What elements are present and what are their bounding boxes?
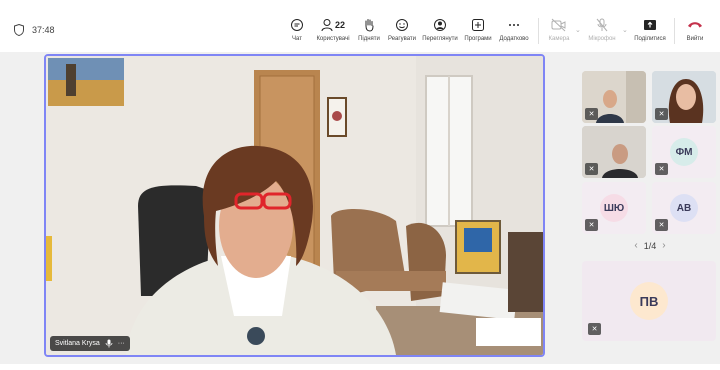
meeting-toolbar: 37:48 Чат 22 Користувачі Підняти Реагува…: [0, 10, 720, 52]
view-button[interactable]: Переглянути: [420, 16, 460, 42]
mic-muted-icon: ✕: [655, 219, 668, 231]
participant-count: 22: [334, 20, 345, 30]
more-icon: [507, 16, 521, 34]
mic-muted-icon: ✕: [588, 323, 601, 335]
apps-icon: [471, 16, 485, 34]
avatar: ПВ: [630, 282, 668, 320]
share-icon: [643, 16, 657, 34]
participant-avatar-tile[interactable]: ФМ ✕: [652, 126, 716, 178]
share-button[interactable]: Поділитися: [630, 16, 670, 42]
view-icon: [433, 16, 447, 34]
share-label: Поділитися: [634, 36, 666, 42]
avatar: АВ: [670, 194, 698, 222]
main-speaker-video[interactable]: Svitlana Krysa ···: [44, 54, 545, 357]
mic-off-icon: [596, 16, 608, 34]
previous-page-chevron-icon[interactable]: ‹: [634, 240, 637, 251]
avatar: ШЮ: [600, 194, 628, 222]
people-button[interactable]: 22 Користувачі: [313, 16, 353, 42]
more-label: Додатково: [499, 36, 529, 42]
chat-label: Чат: [292, 36, 302, 42]
more-button[interactable]: Додатково: [494, 16, 534, 42]
next-page-chevron-icon[interactable]: ›: [662, 240, 665, 251]
meeting-timer: 37:48: [14, 24, 55, 36]
shield-icon: [14, 24, 24, 36]
participant-avatar-tile[interactable]: ШЮ ✕: [582, 182, 646, 234]
raise-hand-label: Підняти: [358, 36, 380, 42]
timer-text: 37:48: [32, 25, 55, 35]
participant-avatar-tile[interactable]: АВ ✕: [652, 182, 716, 234]
participant-video-tile[interactable]: ✕: [582, 71, 646, 123]
people-icon: [321, 19, 333, 32]
react-label: Реагувати: [387, 36, 417, 42]
mic-muted-icon: ✕: [655, 108, 668, 120]
meeting-stage: Svitlana Krysa ··· ✕ ✕ ✕ ФМ ✕ ШЮ ✕ АВ ✕ …: [0, 52, 720, 364]
camera-options-chevron-icon[interactable]: ⌄: [575, 26, 581, 34]
participant-video-tile[interactable]: ✕: [582, 126, 646, 178]
react-button[interactable]: Реагувати: [382, 16, 422, 42]
camera-off-icon: [551, 16, 567, 34]
gallery-pager: ‹ 1/4 ›: [620, 240, 680, 251]
raise-hand-icon: [363, 16, 375, 34]
view-label: Переглянути: [422, 36, 458, 42]
mic-on-icon: [105, 339, 113, 348]
chat-icon: [290, 16, 304, 34]
avatar: ФМ: [670, 138, 698, 166]
leave-icon: [687, 16, 703, 34]
mic-muted-icon: ✕: [585, 219, 598, 231]
mic-options-chevron-icon[interactable]: ⌄: [622, 26, 628, 34]
microphone-label: Мікрофон: [588, 36, 616, 42]
mic-muted-icon: ✕: [585, 108, 598, 120]
speaker-video-frame: [46, 56, 543, 355]
apps-button[interactable]: Програми: [458, 16, 498, 42]
speaker-name: Svitlana Krysa: [55, 340, 100, 347]
mic-muted-icon: ✕: [585, 163, 598, 175]
mic-muted-icon: ✕: [655, 163, 668, 175]
page-indicator: 1/4: [643, 240, 657, 251]
speaker-name-tag: Svitlana Krysa ···: [50, 336, 130, 351]
leave-button[interactable]: Вийти: [675, 16, 715, 42]
microphone-button[interactable]: Мікрофон: [582, 16, 622, 42]
camera-button[interactable]: Камера: [539, 16, 579, 42]
apps-label: Програми: [464, 36, 492, 42]
leave-label: Вийти: [686, 36, 704, 42]
speaker-more-button[interactable]: ···: [118, 340, 125, 347]
react-icon: [395, 16, 409, 34]
chat-button[interactable]: Чат: [277, 16, 317, 42]
participant-video-tile[interactable]: ✕: [652, 71, 716, 123]
camera-label: Камера: [548, 36, 570, 42]
people-label: Користувачі: [316, 36, 350, 42]
participant-avatar-tile-large[interactable]: ПВ ✕: [582, 261, 716, 341]
